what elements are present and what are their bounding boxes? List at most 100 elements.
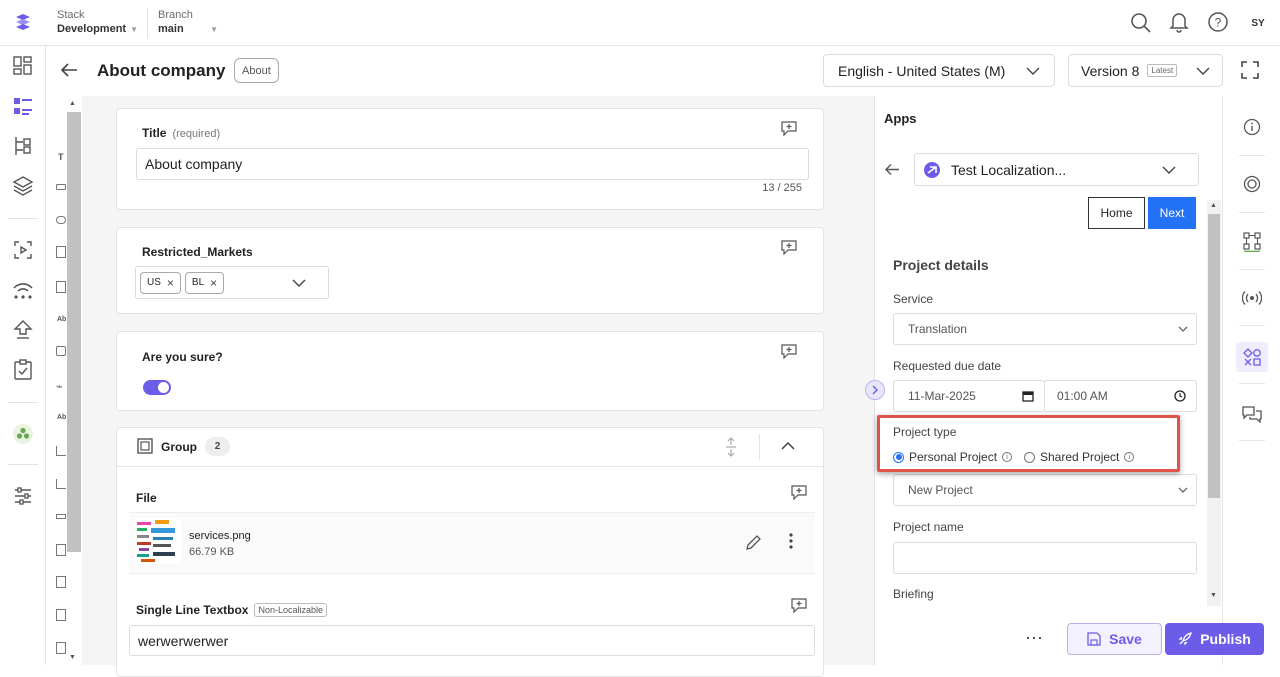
version-value: Version 8 xyxy=(1081,62,1140,79)
group-tool-icon[interactable] xyxy=(56,576,66,588)
field-tool-icon[interactable] xyxy=(56,544,66,556)
edit-pencil-icon[interactable] xyxy=(745,534,762,551)
assets-icon[interactable] xyxy=(11,174,35,198)
workflow-icon[interactable] xyxy=(11,278,35,302)
due-date-value: 11-Mar-2025 xyxy=(908,389,976,403)
field-tool-icon[interactable] xyxy=(56,216,66,224)
link-tool-icon[interactable]: ⌁ xyxy=(56,380,63,393)
title-input[interactable]: About company xyxy=(136,148,809,180)
file-row[interactable]: services.png 66.79 KB xyxy=(129,512,815,574)
clock-icon[interactable] xyxy=(1174,390,1186,402)
apps-panel: Apps Test Localization... Home Next ▲ ▼ … xyxy=(865,96,1222,665)
avatar[interactable]: SY xyxy=(1244,9,1272,37)
field-tool-icon[interactable] xyxy=(56,184,66,190)
chevron-down-icon xyxy=(1196,67,1210,75)
more-options-button[interactable]: ⋯ xyxy=(1025,628,1044,649)
single-line-label: Single Line Textbox xyxy=(136,603,249,617)
bell-icon[interactable] xyxy=(1169,11,1189,33)
back-arrow-icon[interactable] xyxy=(885,163,900,176)
single-line-value: werwerwerwer xyxy=(138,632,229,649)
preview-icon[interactable] xyxy=(11,238,35,262)
app-select[interactable]: Test Localization... xyxy=(914,153,1199,186)
field-tool-icon[interactable] xyxy=(56,246,66,258)
are-you-sure-toggle[interactable] xyxy=(143,380,171,395)
project-name-input[interactable] xyxy=(893,542,1197,574)
next-button-label: Next xyxy=(1159,206,1185,220)
comment-icon[interactable] xyxy=(791,598,807,613)
settings-sliders-icon[interactable] xyxy=(11,484,35,508)
reorder-icon[interactable] xyxy=(725,437,737,457)
publish-button[interactable]: Publish xyxy=(1165,623,1264,655)
restricted-markets-card: Restricted_Markets US × BL × xyxy=(116,227,824,314)
branch-selector[interactable]: Branch main ▼ xyxy=(158,9,218,35)
collapse-icon[interactable] xyxy=(781,442,795,450)
highlight-box xyxy=(877,415,1180,472)
deploy-icon[interactable] xyxy=(11,318,35,342)
tasks-icon[interactable] xyxy=(11,358,35,382)
field-tool-icon[interactable] xyxy=(56,346,66,356)
field-tool-icon[interactable] xyxy=(56,514,66,519)
language-select[interactable]: English - United States (M) xyxy=(823,54,1055,87)
comment-icon[interactable] xyxy=(781,240,797,255)
chevron-down-icon xyxy=(1026,67,1040,75)
scrollbar-thumb[interactable] xyxy=(1208,214,1220,498)
comment-icon[interactable] xyxy=(781,121,797,136)
due-date-label: Requested due date xyxy=(893,359,1002,373)
chart-tool-icon[interactable] xyxy=(56,479,66,489)
comment-icon[interactable] xyxy=(791,485,807,500)
home-button[interactable]: Home xyxy=(1088,197,1145,229)
due-time-input[interactable]: 01:00 AM xyxy=(1044,380,1197,412)
calendar-icon[interactable] xyxy=(1022,390,1034,402)
market-tag-bl[interactable]: BL × xyxy=(184,271,225,294)
back-arrow-icon[interactable] xyxy=(60,62,78,78)
apps-icon[interactable] xyxy=(1236,342,1268,372)
comments-icon[interactable] xyxy=(1242,405,1262,423)
broadcast-icon[interactable] xyxy=(1242,290,1262,306)
close-icon[interactable]: × xyxy=(210,276,217,290)
due-date-input[interactable]: 11-Mar-2025 xyxy=(893,380,1045,412)
latest-badge: Latest xyxy=(1147,64,1178,77)
text-field-tool[interactable]: T xyxy=(58,152,64,162)
group-tool-icon[interactable] xyxy=(56,609,66,621)
form-scrollbar[interactable]: ▲ ▼ xyxy=(66,96,82,665)
market-tag-us[interactable]: US × xyxy=(140,271,181,294)
info-icon[interactable] xyxy=(1243,118,1261,136)
group-tool-icon[interactable] xyxy=(56,642,66,654)
service-select[interactable]: Translation xyxy=(893,313,1197,345)
service-value: Translation xyxy=(908,322,967,336)
version-select[interactable]: Version 8 Latest xyxy=(1068,54,1223,87)
app-scrollbar[interactable]: ▲ ▼ xyxy=(1207,200,1221,606)
file-thumbnail[interactable] xyxy=(135,518,181,564)
compare-icon[interactable] xyxy=(1243,232,1261,252)
content-models-icon[interactable] xyxy=(11,134,35,158)
scrollbar-thumb[interactable] xyxy=(67,112,81,552)
fullscreen-icon[interactable] xyxy=(1241,61,1259,79)
field-tool-icon[interactable] xyxy=(56,281,66,293)
more-options-icon[interactable] xyxy=(789,533,793,549)
group-icon xyxy=(137,438,153,454)
next-button[interactable]: Next xyxy=(1148,197,1196,229)
marketplace-app-icon[interactable] xyxy=(11,422,35,446)
chart-tool-icon[interactable] xyxy=(56,446,66,456)
contentstack-logo-icon[interactable] xyxy=(12,12,34,32)
abc-field-tool[interactable]: Ab xyxy=(57,316,66,323)
releases-icon[interactable] xyxy=(1243,175,1261,193)
panel-toggle-icon[interactable] xyxy=(865,380,885,400)
chevron-down-icon[interactable] xyxy=(292,279,306,287)
save-button[interactable]: Save xyxy=(1067,623,1162,655)
new-project-select[interactable]: New Project xyxy=(893,474,1197,506)
close-icon[interactable]: × xyxy=(167,276,174,290)
stack-selector[interactable]: Stack Development ▼ xyxy=(57,9,138,35)
non-localizable-badge: Non-Localizable xyxy=(254,603,328,617)
dashboard-icon[interactable] xyxy=(11,54,35,78)
entries-icon[interactable] xyxy=(11,94,35,118)
single-line-input[interactable]: werwerwerwer xyxy=(129,625,815,656)
comment-icon[interactable] xyxy=(781,344,797,359)
help-icon[interactable]: ? xyxy=(1207,11,1229,33)
tag-label: BL xyxy=(191,277,205,288)
search-icon[interactable] xyxy=(1130,12,1152,34)
markets-multiselect[interactable]: US × BL × xyxy=(135,266,329,299)
abc-field-tool[interactable]: Ab xyxy=(57,414,66,421)
char-count: 13 / 255 xyxy=(762,182,802,194)
save-icon xyxy=(1087,632,1101,646)
